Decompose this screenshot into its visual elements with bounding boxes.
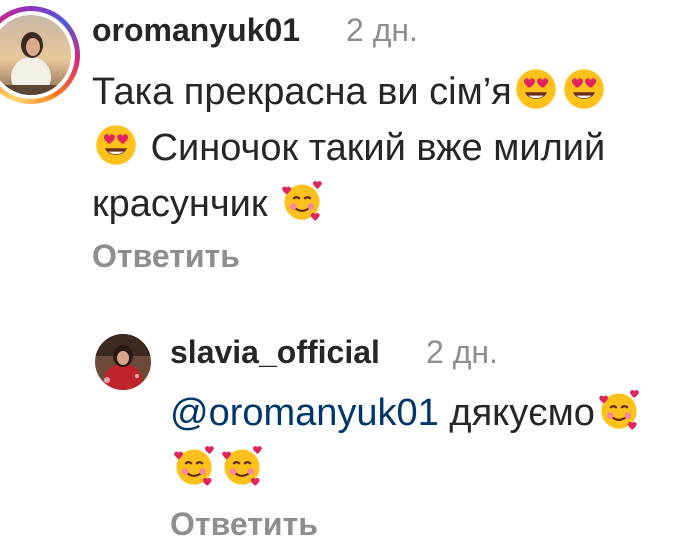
comment-username[interactable]: oromanyuk01 [92,12,300,49]
smiling-face-with-hearts-emoji [597,388,641,432]
comment-text-line-1: дякуємо [449,392,595,434]
comment-text-line-3: красунчик [92,183,268,225]
comment-timestamp: 2 дн. [426,334,498,370]
comment-text-line-2: Синочок такий вже милий [150,127,606,169]
comment-username[interactable]: slavia_official [170,334,380,371]
avatar[interactable] [95,334,151,390]
reply-button[interactable]: Ответить [170,506,318,543]
avatar-photo [95,334,151,390]
comment-text: Така прекрасна ви сім’я Синочок такий вж… [92,64,608,232]
mention-link[interactable]: @oromanyuk01 [170,392,439,434]
reply-button[interactable]: Ответить [92,238,240,275]
smiling-face-with-hearts-emoji [172,444,216,488]
comment-timestamp: 2 дн. [346,12,418,48]
heart-eyes-emoji [94,123,138,167]
comment-text: @oromanyuk01 дякуємо [170,385,643,497]
smiling-face-with-hearts-emoji [220,444,264,488]
smiling-face-with-hearts-emoji [280,179,324,223]
heart-eyes-emoji [514,67,558,111]
comment-text-line-1: Така прекрасна ви сім’я [92,71,512,113]
heart-eyes-emoji [562,67,606,111]
